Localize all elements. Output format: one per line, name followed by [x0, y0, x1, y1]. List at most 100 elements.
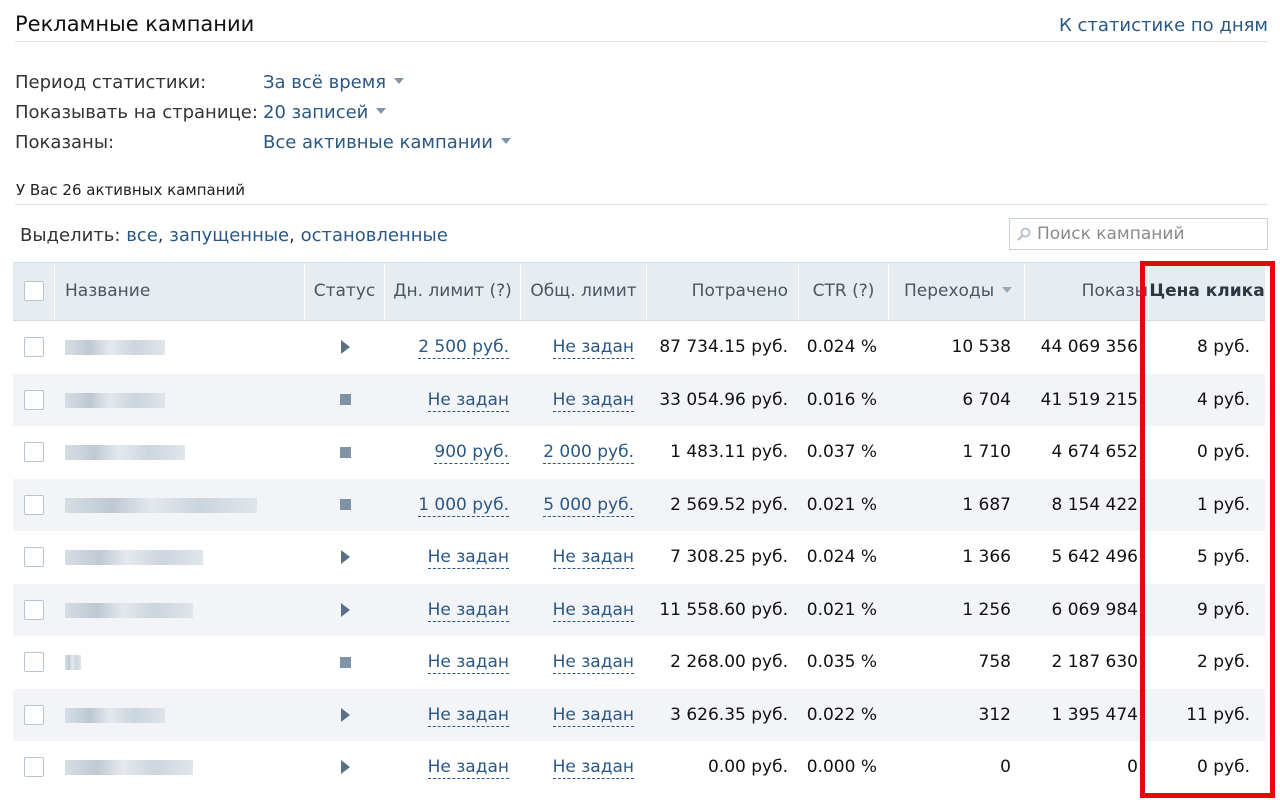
row-checkbox[interactable]	[24, 494, 44, 515]
per-page-dropdown[interactable]: 20 записей	[263, 102, 387, 123]
table-row[interactable]: Не задан Не задан 7 308.25 руб. 0.024 % 1 36…	[13, 531, 1265, 584]
page-header: Рекламные кампании К статистике по дням	[0, 0, 1280, 44]
stop-icon[interactable]	[339, 394, 351, 405]
click-price-value: 2 руб.	[1197, 652, 1250, 672]
status-cell[interactable]	[305, 479, 385, 531]
clicks-value: 312	[978, 704, 1011, 725]
row-checkbox[interactable]	[24, 547, 44, 567]
column-total-limit[interactable]: Общ. лимит	[521, 263, 647, 320]
stop-icon[interactable]	[339, 656, 351, 668]
status-cell[interactable]	[305, 374, 385, 426]
status-cell[interactable]	[305, 321, 385, 373]
status-cell[interactable]	[305, 741, 385, 793]
campaign-name-redacted[interactable]	[65, 392, 165, 408]
row-checkbox[interactable]	[24, 757, 44, 777]
total-limit-link[interactable]: Не задан	[552, 757, 634, 780]
click-price-value: 5 руб.	[1197, 547, 1250, 567]
campaign-name-redacted[interactable]	[65, 497, 257, 513]
table-row[interactable]: 1 000 руб. 5 000 руб. 2 569.52 руб. 0.021 %…	[13, 478, 1265, 531]
day-limit-link[interactable]: Не задан	[427, 547, 509, 570]
select-stopped-link[interactable]: остановленные	[301, 225, 448, 246]
total-limit-link[interactable]: 5 000 руб.	[543, 495, 634, 517]
column-status[interactable]: Статус	[305, 263, 385, 320]
spent-value: 7 308.25 руб.	[670, 547, 788, 567]
select-all-checkbox[interactable]	[24, 281, 44, 301]
column-clicks[interactable]: Переходы	[889, 263, 1025, 320]
chevron-down-icon[interactable]	[394, 78, 405, 84]
column-spent[interactable]: Потрачено	[647, 263, 799, 320]
select-running-link[interactable]: запущенные	[169, 225, 289, 246]
campaign-name-redacted[interactable]	[65, 707, 165, 723]
campaign-name-redacted[interactable]	[65, 550, 203, 565]
search-input[interactable]	[1037, 219, 1263, 249]
row-checkbox[interactable]	[24, 652, 44, 672]
table-row[interactable]: Не задан Не задан 33 054.96 руб. 0.016 % 6 7…	[13, 373, 1265, 426]
period-dropdown[interactable]: За всё время	[263, 72, 405, 93]
play-icon[interactable]	[340, 550, 350, 564]
play-icon[interactable]	[340, 707, 350, 722]
row-checkbox[interactable]	[24, 442, 44, 462]
campaign-name-redacted[interactable]	[65, 340, 165, 355]
table-row[interactable]: 900 руб. 2 000 руб. 1 483.11 руб. 0.037 % 1 …	[13, 426, 1265, 479]
column-click-price[interactable]: Цена клика	[1149, 263, 1265, 320]
day-limit-link[interactable]: Не задан	[427, 652, 509, 675]
day-limit-link[interactable]: 2 500 руб.	[418, 337, 509, 360]
select-all-link[interactable]: все	[126, 225, 158, 246]
column-impressions[interactable]: Показы	[1025, 263, 1149, 320]
chevron-down-icon[interactable]	[376, 108, 387, 114]
shown-value[interactable]: Все активные кампании	[263, 132, 493, 153]
total-limit-link[interactable]: Не задан	[552, 705, 634, 727]
chevron-down-icon[interactable]	[500, 138, 511, 144]
day-limit-link[interactable]: Не задан	[427, 757, 509, 780]
play-icon[interactable]	[340, 340, 350, 354]
table-row[interactable]: Не задан Не задан 0.00 руб. 0.000 % 0 0 0 руб.	[13, 741, 1265, 794]
play-icon[interactable]	[340, 760, 350, 774]
play-icon[interactable]	[340, 602, 350, 617]
campaign-name-redacted[interactable]	[65, 445, 185, 460]
total-limit-link[interactable]: Не задан	[552, 337, 634, 360]
status-cell[interactable]	[305, 636, 385, 688]
row-checkbox[interactable]	[24, 337, 44, 357]
total-limit-cell: Не задан	[521, 321, 634, 373]
stop-icon[interactable]	[339, 499, 351, 510]
status-cell[interactable]	[305, 689, 385, 741]
status-cell[interactable]	[305, 426, 385, 478]
column-day-limit[interactable]: Дн. лимит (?)	[385, 263, 521, 320]
row-checkbox[interactable]	[24, 389, 44, 410]
day-limit-link[interactable]: Не задан	[427, 705, 509, 727]
total-limit-link[interactable]: Не задан	[552, 390, 634, 412]
total-limit-link[interactable]: 2 000 руб.	[543, 442, 634, 465]
daily-stats-link[interactable]: К статистике по дням	[1059, 15, 1268, 36]
campaign-search[interactable]	[1009, 218, 1268, 250]
table-row[interactable]: 2 500 руб. Не задан 87 734.15 руб. 0.024 % 1…	[13, 321, 1265, 374]
day-limit-link[interactable]: Не задан	[427, 390, 509, 412]
total-limit-cell: Не задан	[521, 531, 634, 583]
day-limit-cell: Не задан	[385, 636, 509, 688]
row-checkbox[interactable]	[24, 599, 44, 620]
per-page-value[interactable]: 20 записей	[263, 102, 368, 123]
status-cell[interactable]	[305, 531, 385, 583]
total-limit-link[interactable]: Не задан	[552, 547, 634, 570]
period-value[interactable]: За всё время	[263, 72, 386, 93]
column-clicks-label[interactable]: Переходы	[904, 281, 994, 301]
column-name[interactable]: Название	[55, 263, 305, 320]
day-limit-link[interactable]: 1 000 руб.	[418, 495, 509, 517]
table-row[interactable]: Не задан Не задан 11 558.60 руб. 0.021 % 1 2…	[13, 583, 1265, 636]
day-limit-link[interactable]: 900 руб.	[434, 442, 509, 465]
clicks-value: 0	[1000, 757, 1011, 777]
day-limit-link[interactable]: Не задан	[427, 600, 509, 622]
total-limit-link[interactable]: Не задан	[552, 652, 634, 675]
impressions-value: 2 187 630	[1051, 652, 1138, 672]
column-ctr[interactable]: CTR (?)	[799, 263, 889, 320]
table-row[interactable]: Не задан Не задан 3 626.35 руб. 0.022 % 312 1…	[13, 688, 1265, 741]
campaign-name-redacted[interactable]	[65, 760, 193, 775]
shown-dropdown[interactable]: Все активные кампании	[263, 132, 511, 153]
campaign-name-redacted[interactable]	[65, 655, 81, 670]
row-checkbox[interactable]	[24, 704, 44, 725]
status-cell[interactable]	[305, 584, 385, 636]
impressions-value: 41 519 215	[1040, 389, 1138, 410]
total-limit-link[interactable]: Не задан	[552, 600, 634, 622]
stop-icon[interactable]	[339, 446, 351, 458]
table-row[interactable]: Не задан Не задан 2 268.00 руб. 0.035 % 758 2…	[13, 636, 1265, 689]
campaign-name-redacted[interactable]	[65, 602, 193, 618]
